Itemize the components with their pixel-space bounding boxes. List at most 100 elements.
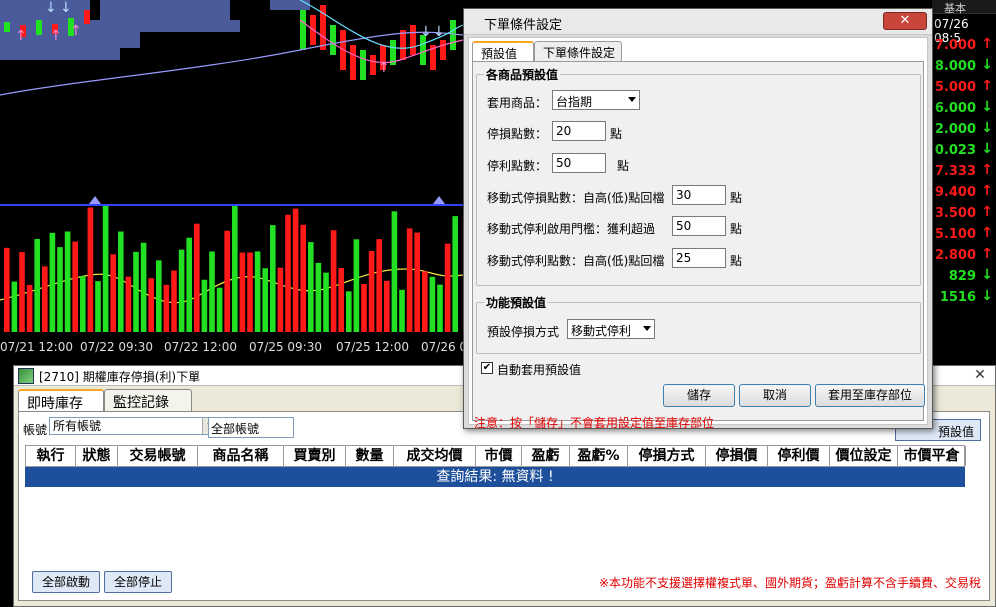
arrow-up-icon: ↑ <box>981 225 993 241</box>
volume-bar <box>216 287 223 332</box>
volume-bar <box>102 205 109 332</box>
tab-inventory[interactable]: 即時庫存 <box>18 389 104 412</box>
time-label: 07/22 09:30 <box>80 340 153 354</box>
arrow-up-icon: ↑ <box>981 162 993 178</box>
time-label: 07/25 09:30 <box>249 340 322 354</box>
stop-method-row: 預設停損方式 移動式停利 <box>477 319 917 341</box>
column-header[interactable]: 盈虧% <box>570 446 628 466</box>
defaults-panel: 各商品預設值 套用商品： 台指期 停損點數： 20 點 停利點數： 50 點 移… <box>472 61 924 421</box>
column-header[interactable]: 盈虧 <box>522 446 570 466</box>
column-header[interactable]: 數量 <box>346 446 394 466</box>
time-label: 07/26 0 <box>421 340 468 354</box>
volume-bar <box>429 276 436 332</box>
trail-profit-row: 移動式停利點數：自高(低)點回檔 25 點 <box>477 248 917 270</box>
trail-loss-label: 移動式停損點數：自高(低)點回檔 <box>487 191 665 205</box>
dialog-body: 預設值 下單條件設定 各商品預設值 套用商品： 台指期 停損點數： 20 點 停… <box>468 37 928 425</box>
quote-column: 基本 07/26 08:5 7.000 ↑ 8.000 ↓ 5.000 ↑ 6.000 ↓ 2.… <box>932 0 996 330</box>
quote-row: 8.000 ↓ <box>932 57 996 78</box>
quote-value: 5.000 <box>934 80 976 95</box>
stop-loss-input[interactable]: 20 <box>552 121 606 141</box>
quote-value: 8.000 <box>934 59 976 74</box>
arrow-down-icon: ↓ <box>60 0 72 16</box>
candlestick <box>350 45 356 80</box>
account-select[interactable]: 所有帳號 ▼ <box>49 417 219 435</box>
volume-bar <box>140 242 147 332</box>
group-title: 功能預設值 <box>484 294 549 311</box>
volume-bar <box>125 276 132 332</box>
volume-bar <box>19 252 25 332</box>
column-header[interactable]: 價位設定 <box>830 446 898 466</box>
candlestick <box>330 25 336 55</box>
trail-trigger-input[interactable]: 50 <box>672 216 726 236</box>
trail-profit-input[interactable]: 25 <box>672 248 726 268</box>
arrow-down-icon: ↓ <box>981 288 993 304</box>
volume-bar <box>452 216 458 332</box>
chevron-down-icon <box>643 326 651 331</box>
candlestick <box>400 30 406 60</box>
stop-loss-row: 停損點數： 20 點 <box>477 121 917 143</box>
arrow-down-icon: ↓ <box>981 57 993 73</box>
start-all-button[interactable]: 全部啟動 <box>32 571 100 593</box>
stop-all-button[interactable]: 全部停止 <box>104 571 172 593</box>
product-label: 套用商品： <box>487 96 548 110</box>
volume-bar <box>201 279 208 332</box>
candlestick <box>36 20 42 35</box>
product-select[interactable]: 台指期 <box>552 90 640 110</box>
arrow-down-icon: ↓ <box>420 24 432 40</box>
take-profit-input[interactable]: 50 <box>552 153 606 173</box>
quote-time: 07/26 08:5 <box>934 17 969 45</box>
volume-bar <box>353 239 360 332</box>
arrow-down-icon: ↓ <box>981 99 993 115</box>
volume-bar <box>224 230 230 332</box>
volume-bar <box>133 251 139 332</box>
column-header[interactable]: 交易帳號 <box>118 446 198 466</box>
volume-bar <box>315 262 322 332</box>
unit-label: 點 <box>610 127 623 141</box>
time-label: 07/21 12:00 <box>0 340 73 354</box>
quote-value: 7.000 <box>934 38 976 53</box>
trail-trigger-row: 移動式停利啟用門檻：獲利超過 50 點 <box>477 216 917 238</box>
volume-bar <box>361 283 367 332</box>
window-title: [2710] 期權庫存停損(利)下單 <box>39 370 201 384</box>
close-icon[interactable]: ✕ <box>883 12 927 30</box>
time-label: 07/25 12:00 <box>336 340 409 354</box>
chevron-down-icon <box>628 97 636 102</box>
tab-monitor-log[interactable]: 監控記錄 <box>104 389 192 411</box>
volume-bar <box>391 211 398 332</box>
volume-bar <box>87 207 94 332</box>
column-header[interactable]: 停利價 <box>768 446 830 466</box>
candlestick <box>84 10 90 24</box>
save-button[interactable]: 儲存 <box>663 384 735 407</box>
arrow-up-icon: ↑ <box>50 28 62 44</box>
trail-loss-input[interactable]: 30 <box>672 185 726 205</box>
close-icon[interactable]: ✕ <box>971 367 989 384</box>
app-icon <box>18 368 34 384</box>
apply-to-inventory-button[interactable]: 套用至庫存部位 <box>815 384 925 407</box>
quote-value: 7.333 <box>934 164 976 179</box>
column-header[interactable]: 買賣別 <box>284 446 346 466</box>
column-header[interactable]: 商品名稱 <box>198 446 284 466</box>
column-header[interactable]: 市價 <box>476 446 522 466</box>
column-header[interactable]: 停損價 <box>706 446 768 466</box>
volume-bar <box>414 232 420 332</box>
column-header[interactable]: 成交均價 <box>394 446 476 466</box>
column-header[interactable]: 狀態 <box>76 446 118 466</box>
dialog-titlebar[interactable]: 下單條件設定 ✕ <box>464 9 932 35</box>
volume-bar <box>57 247 63 332</box>
column-header[interactable]: 執行 <box>26 446 76 466</box>
column-header[interactable]: 停損方式 <box>628 446 706 466</box>
quote-value: 829 <box>948 269 976 284</box>
column-header[interactable]: 市價平倉 <box>898 446 966 466</box>
stop-loss-label: 停損點數： <box>487 127 548 141</box>
stop-method-select[interactable]: 移動式停利 <box>567 319 655 339</box>
volume-bar <box>171 270 177 332</box>
cancel-button[interactable]: 取消 <box>739 384 811 407</box>
volume-bar <box>80 276 86 332</box>
account-label: 帳號 <box>23 423 48 437</box>
auto-apply-checkbox[interactable]: ✔ <box>481 362 493 374</box>
tab-defaults[interactable]: 預設值 <box>472 41 534 61</box>
volume-bar <box>118 231 124 332</box>
trail-loss-row: 移動式停損點數：自高(低)點回檔 30 點 <box>477 185 917 207</box>
tab-order-conditions[interactable]: 下單條件設定 <box>534 41 622 61</box>
quote-value: 6.000 <box>934 101 976 116</box>
